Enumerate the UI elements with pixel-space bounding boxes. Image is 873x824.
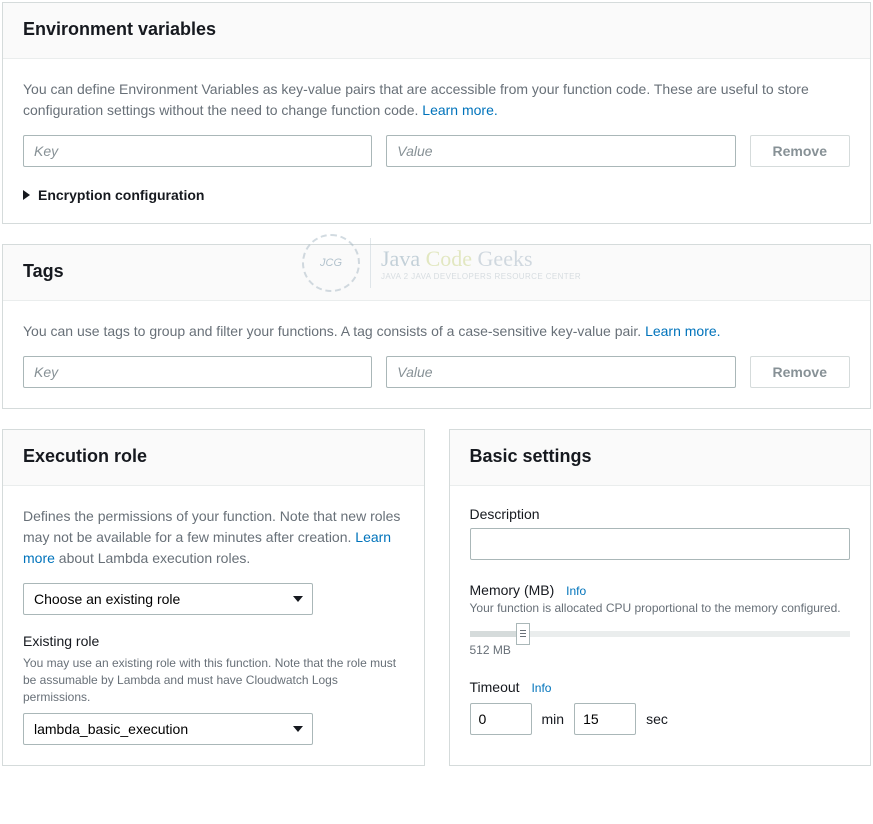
tags-kv-row: Remove (23, 356, 850, 388)
execution-role-panel: Execution role Defines the permissions o… (2, 429, 425, 766)
execution-role-description: Defines the permissions of your function… (23, 506, 404, 569)
timeout-min-input[interactable] (470, 703, 532, 735)
basic-settings-title: Basic settings (470, 446, 851, 467)
memory-info-link[interactable]: Info (566, 584, 586, 598)
env-remove-button[interactable]: Remove (750, 135, 850, 167)
timeout-info-link[interactable]: Info (531, 681, 551, 695)
env-kv-row: Remove (23, 135, 850, 167)
env-learn-more-link[interactable]: Learn more. (422, 102, 497, 118)
timeout-min-unit: min (542, 711, 565, 727)
existing-role-select[interactable]: lambda_basic_execution (23, 713, 313, 745)
tags-panel-title: Tags (23, 261, 850, 282)
slider-fill (470, 631, 523, 637)
basic-settings-header: Basic settings (450, 430, 871, 486)
slider-thumb[interactable] (516, 623, 530, 645)
env-key-input[interactable] (23, 135, 372, 167)
choose-role-select[interactable]: Choose an existing role (23, 583, 313, 615)
tags-remove-button[interactable]: Remove (750, 356, 850, 388)
env-panel-header: Environment variables (3, 3, 870, 59)
env-panel-title: Environment variables (23, 19, 850, 40)
tags-panel: Tags You can use tags to group and filte… (2, 244, 871, 409)
memory-slider[interactable] (470, 631, 851, 637)
existing-role-sublabel: You may use an existing role with this f… (23, 655, 404, 705)
env-value-input[interactable] (386, 135, 735, 167)
execution-role-title: Execution role (23, 446, 404, 467)
tags-panel-header: Tags (3, 245, 870, 301)
encryption-config-expander[interactable]: Encryption configuration (23, 187, 850, 203)
basic-settings-panel: Basic settings Description Memory (MB) I… (449, 429, 872, 766)
memory-value: 512 MB (470, 643, 851, 657)
description-label: Description (470, 506, 851, 522)
description-input[interactable] (470, 528, 851, 560)
execution-role-header: Execution role (3, 430, 424, 486)
timeout-row: min sec (470, 703, 851, 735)
timeout-sec-unit: sec (646, 711, 668, 727)
memory-sublabel: Your function is allocated CPU proportio… (470, 600, 851, 617)
caret-right-icon (23, 190, 30, 200)
tags-value-input[interactable] (386, 356, 735, 388)
env-description: You can define Environment Variables as … (23, 79, 850, 121)
tags-learn-more-link[interactable]: Learn more. (645, 323, 720, 339)
existing-role-label: Existing role (23, 633, 404, 649)
encryption-config-label: Encryption configuration (38, 187, 204, 203)
tags-description: You can use tags to group and filter you… (23, 321, 850, 342)
timeout-sec-input[interactable] (574, 703, 636, 735)
tags-key-input[interactable] (23, 356, 372, 388)
timeout-label: Timeout (470, 679, 520, 695)
memory-label: Memory (MB) (470, 582, 555, 598)
env-variables-panel: Environment variables You can define Env… (2, 2, 871, 224)
